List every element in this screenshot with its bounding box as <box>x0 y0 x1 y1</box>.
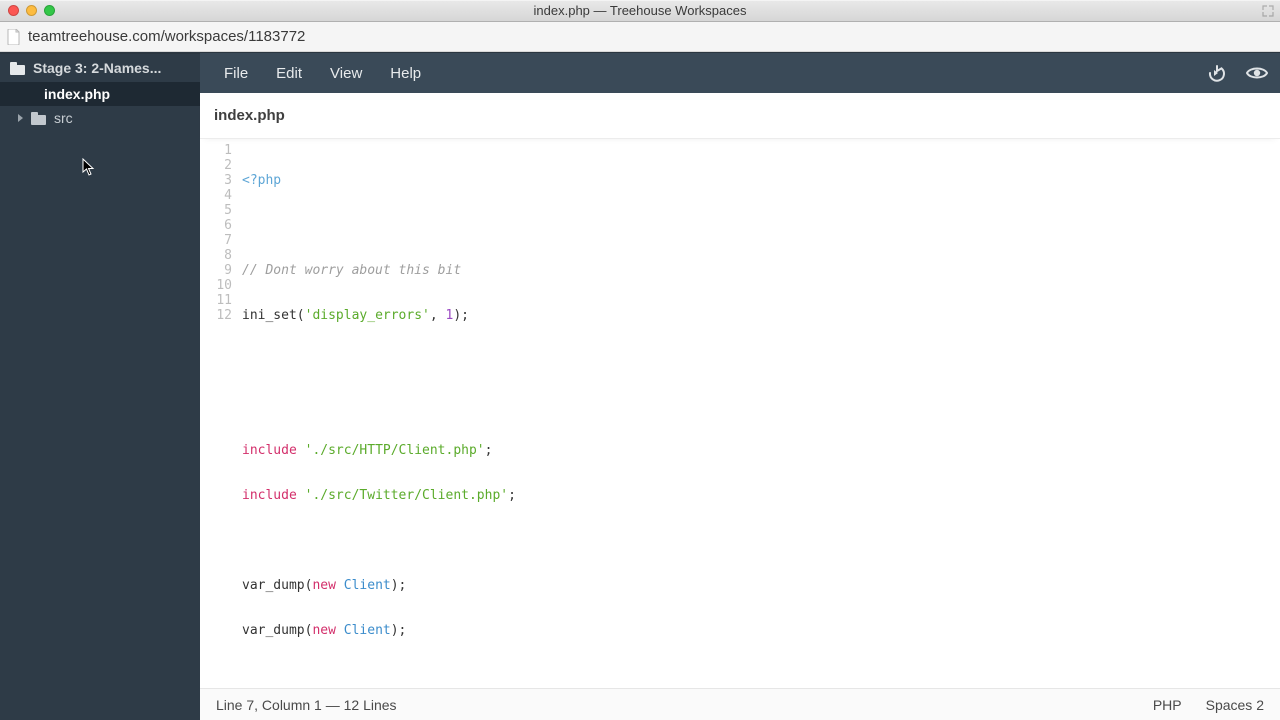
menubar: File Edit View Help <box>200 53 1280 93</box>
tab-bar: index.php <box>200 93 1280 139</box>
code-content[interactable]: <?php // Dont worry about this bit ini_s… <box>242 143 1280 688</box>
project-label: Stage 3: 2-Names... <box>33 60 161 76</box>
address-bar: teamtreehouse.com/workspaces/1183772 <box>0 22 1280 52</box>
close-icon[interactable] <box>8 5 19 16</box>
status-spaces[interactable]: Spaces 2 <box>1206 697 1264 713</box>
menu-file[interactable]: File <box>212 59 260 88</box>
zoom-icon[interactable] <box>44 5 55 16</box>
window-title: index.php — Treehouse Workspaces <box>0 3 1280 18</box>
folder-icon <box>31 112 46 125</box>
folder-label: src <box>54 110 73 126</box>
run-icon[interactable] <box>1206 62 1228 84</box>
status-position: Line 7, Column 1 — 12 Lines <box>216 697 397 713</box>
traffic-lights <box>8 5 55 16</box>
file-tree-item-src[interactable]: src <box>0 106 200 130</box>
page-icon <box>6 29 22 45</box>
file-label: index.php <box>44 86 110 102</box>
chevron-right-icon <box>18 114 23 122</box>
app-shell: Stage 3: 2-Names... index.php src File E… <box>0 52 1280 720</box>
status-language[interactable]: PHP <box>1153 697 1182 713</box>
menu-edit[interactable]: Edit <box>264 59 314 88</box>
tab-index[interactable]: index.php <box>214 97 285 134</box>
fullscreen-icon[interactable] <box>1262 5 1274 17</box>
status-bar: Line 7, Column 1 — 12 Lines PHP Spaces 2 <box>200 688 1280 720</box>
menu-help[interactable]: Help <box>378 59 433 88</box>
folder-icon <box>10 62 25 75</box>
menu-view[interactable]: View <box>318 59 374 88</box>
file-tree-item-index[interactable]: index.php <box>0 82 200 106</box>
preview-icon[interactable] <box>1246 62 1268 84</box>
editor-pane: File Edit View Help index.php 1 2 3 4 5 … <box>200 53 1280 720</box>
url-text[interactable]: teamtreehouse.com/workspaces/1183772 <box>28 28 305 45</box>
window-titlebar: index.php — Treehouse Workspaces <box>0 0 1280 22</box>
code-editor[interactable]: 1 2 3 4 5 6 7 8 9 10 11 12 <?php // Dont… <box>200 139 1280 688</box>
project-root[interactable]: Stage 3: 2-Names... <box>0 54 200 82</box>
line-gutter: 1 2 3 4 5 6 7 8 9 10 11 12 <box>200 143 242 688</box>
minimize-icon[interactable] <box>26 5 37 16</box>
file-tree-sidebar: Stage 3: 2-Names... index.php src <box>0 53 200 720</box>
